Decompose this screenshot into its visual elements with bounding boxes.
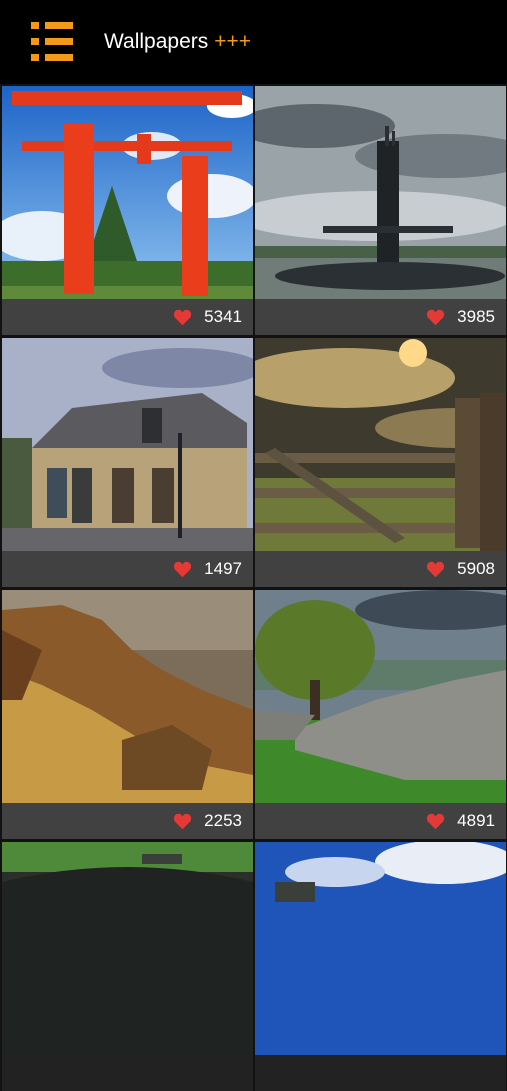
wallpaper-tile-torii[interactable]: 5341 bbox=[2, 86, 253, 335]
wallpaper-tile-fence[interactable]: 5908 bbox=[255, 338, 506, 587]
heart-icon[interactable] bbox=[173, 561, 192, 578]
like-count: 5908 bbox=[457, 559, 495, 578]
wallpaper-tile-cliffs[interactable]: 2253 bbox=[2, 590, 253, 839]
tile-footer: 5908 bbox=[255, 551, 506, 587]
like-count: 1497 bbox=[204, 559, 242, 578]
like-count: 3985 bbox=[457, 307, 495, 326]
like-count: 5341 bbox=[204, 307, 242, 326]
wallpaper-tile-submarine[interactable]: 3985 bbox=[255, 86, 506, 335]
wallpaper-image-torii bbox=[2, 86, 253, 299]
heart-icon[interactable] bbox=[426, 309, 445, 326]
tile-footer: 3985 bbox=[255, 299, 506, 335]
wallpaper-image-sky bbox=[255, 842, 506, 1055]
wallpaper-image-car bbox=[2, 842, 253, 1055]
wallpaper-image-fence bbox=[255, 338, 506, 551]
wallpaper-tile-car[interactable] bbox=[2, 842, 253, 1091]
app-title-suffix: +++ bbox=[214, 30, 252, 53]
tile-footer: 5341 bbox=[2, 299, 253, 335]
heart-icon[interactable] bbox=[426, 561, 445, 578]
wallpaper-image-submarine bbox=[255, 86, 506, 299]
heart-icon[interactable] bbox=[426, 813, 445, 830]
app-title: Wallpapers +++ bbox=[104, 30, 251, 54]
wallpaper-image-cliffs bbox=[2, 590, 253, 803]
like-count: 2253 bbox=[204, 811, 242, 830]
heart-icon[interactable] bbox=[173, 309, 192, 326]
like-count: 4891 bbox=[457, 811, 495, 830]
app-title-text: Wallpapers bbox=[104, 30, 209, 53]
wallpaper-image-house bbox=[2, 338, 253, 551]
tile-footer: 2253 bbox=[2, 803, 253, 839]
wallpaper-tile-stonewall[interactable]: 4891 bbox=[255, 590, 506, 839]
heart-icon[interactable] bbox=[173, 813, 192, 830]
wallpaper-tile-sky[interactable] bbox=[255, 842, 506, 1091]
app-bar: Wallpapers +++ bbox=[0, 0, 507, 84]
wallpaper-image-stonewall bbox=[255, 590, 506, 803]
wallpaper-tile-house[interactable]: 1497 bbox=[2, 338, 253, 587]
menu-list-icon[interactable] bbox=[31, 22, 73, 62]
tile-footer: 1497 bbox=[2, 551, 253, 587]
tile-footer: 4891 bbox=[255, 803, 506, 839]
